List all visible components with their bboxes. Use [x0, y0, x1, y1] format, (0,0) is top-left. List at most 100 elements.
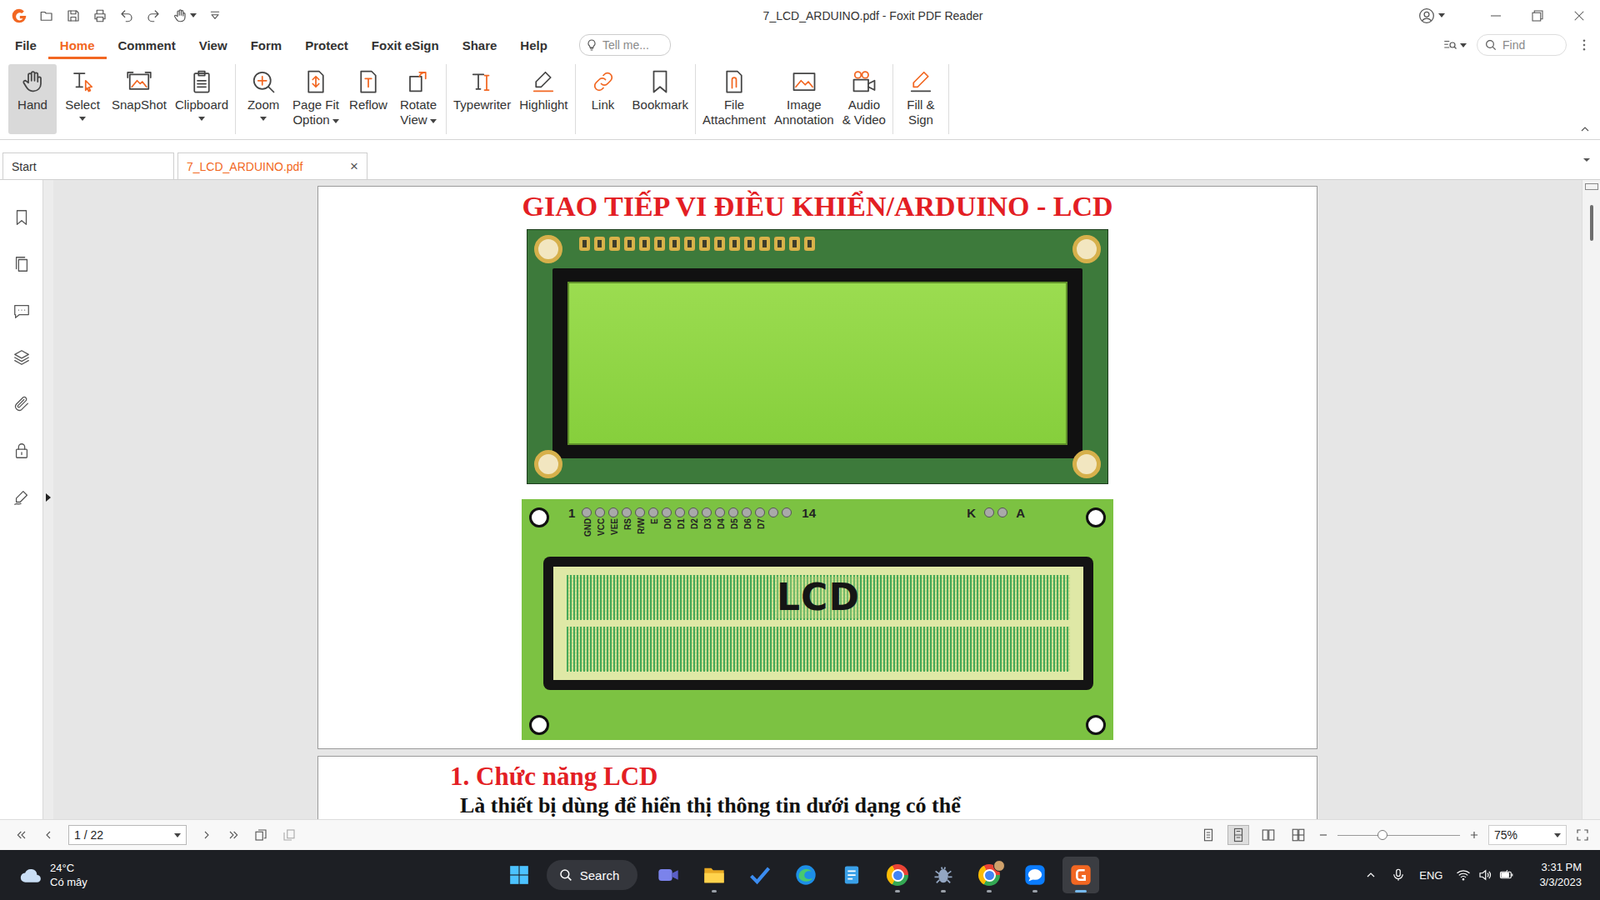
print-icon[interactable]: [92, 8, 108, 24]
taskbar-app[interactable]: [1062, 856, 1100, 894]
taskbar-app[interactable]: [1016, 856, 1054, 894]
ribbon-button[interactable]: Reflow: [344, 64, 393, 135]
pages-icon: [12, 255, 31, 274]
first-page-icon[interactable]: [15, 828, 29, 842]
menu-tab[interactable]: Help: [508, 30, 560, 60]
restore-icon[interactable]: [1530, 8, 1545, 24]
select-icon: [70, 69, 95, 95]
speaker-icon[interactable]: [1477, 867, 1493, 883]
menu-tab[interactable]: Protect: [293, 30, 360, 60]
menu-tab[interactable]: Share: [450, 30, 510, 60]
zoom-in-icon[interactable]: [1468, 829, 1480, 841]
fullscreen-icon[interactable]: [1575, 827, 1590, 843]
menu-bar: FileHomeCommentViewFormProtectFoxit eSig…: [0, 30, 1600, 60]
scroll-thumb[interactable]: [1590, 205, 1594, 241]
start-button[interactable]: [500, 856, 538, 894]
find-field[interactable]: Find: [1476, 34, 1567, 56]
redo-icon[interactable]: [145, 8, 161, 24]
menu-tab[interactable]: View: [187, 30, 240, 60]
ribbon-label: Audio: [848, 97, 880, 113]
sidebar-item[interactable]: [0, 240, 54, 288]
ribbon-button[interactable]: Select: [58, 64, 107, 135]
pin: [728, 507, 739, 518]
clock[interactable]: 3:31 PM3/3/2023: [1539, 860, 1582, 890]
close-icon[interactable]: [1571, 8, 1587, 24]
document-tab[interactable]: Start: [2, 152, 175, 180]
input-language[interactable]: ENG: [1419, 869, 1443, 882]
previous-view-icon[interactable]: [253, 827, 269, 843]
view-mode-button[interactable]: [1197, 825, 1220, 845]
ribbon-button[interactable]: Zoom: [239, 64, 288, 135]
search-options-button[interactable]: [1442, 37, 1467, 53]
next-view-icon[interactable]: [281, 827, 297, 843]
ribbon-button[interactable]: Link: [579, 64, 628, 135]
hidden-icons-icon[interactable]: [1364, 868, 1378, 882]
vertical-scrollbar[interactable]: [1581, 180, 1600, 820]
ribbon-button[interactable]: Fill &Sign: [896, 64, 945, 135]
weather-widget[interactable]: 24°CCó mây: [18, 860, 501, 890]
view-mode-button[interactable]: [1287, 825, 1310, 845]
menu-tab[interactable]: Form: [239, 30, 295, 60]
sidebar-item[interactable]: [0, 334, 54, 381]
document-tab[interactable]: 7_LCD_ARDUINO.pdf×: [177, 152, 368, 180]
ribbon-button[interactable]: Audio& Video: [839, 64, 890, 135]
taskbar-search[interactable]: Search: [546, 860, 639, 890]
pin-label: D3: [701, 518, 715, 550]
menu-tab[interactable]: Foxit eSign: [360, 30, 451, 60]
zoom-field[interactable]: 75%: [1488, 825, 1567, 845]
battery-icon[interactable]: [1499, 867, 1515, 883]
ribbon-button[interactable]: Bookmark: [629, 64, 693, 135]
taskbar-app[interactable]: [650, 856, 687, 894]
ribbon-button[interactable]: Hand: [8, 64, 57, 135]
microphone-icon[interactable]: [1390, 867, 1406, 883]
ribbon-button[interactable]: FileAttachment: [699, 64, 770, 135]
taskbar-app[interactable]: [787, 856, 825, 894]
taskbar-app[interactable]: [970, 856, 1008, 894]
sidebar-item[interactable]: [0, 474, 54, 521]
customize-icon[interactable]: [208, 9, 222, 23]
ribbon-button[interactable]: ImageAnnotation: [770, 64, 838, 135]
taskbar-app[interactable]: [879, 856, 916, 894]
zoom-out-icon[interactable]: [1317, 829, 1330, 841]
ribbon-button[interactable]: Page FitOption: [289, 64, 343, 135]
menu-tab[interactable]: File: [3, 30, 49, 60]
ribbon-button[interactable]: RotateView: [394, 64, 443, 135]
taskbar-app[interactable]: [925, 856, 962, 894]
sidebar-item[interactable]: [0, 194, 54, 241]
menu-tab[interactable]: Comment: [106, 30, 188, 60]
last-page-icon[interactable]: [226, 828, 240, 842]
ribbon-button[interactable]: Typewriter: [450, 64, 515, 135]
save-icon[interactable]: [65, 8, 81, 24]
hand-mode-dropdown[interactable]: [172, 8, 197, 24]
more-options-icon[interactable]: [1576, 37, 1592, 53]
taskbar-app[interactable]: [695, 856, 733, 894]
next-page-icon[interactable]: [200, 828, 214, 842]
sidebar-item[interactable]: [0, 287, 54, 335]
view-mode-button[interactable]: [1227, 825, 1250, 845]
expand-panel-icon[interactable]: [45, 493, 51, 502]
account-button[interactable]: [1418, 7, 1445, 25]
ribbon-button[interactable]: SnapShot: [108, 64, 170, 135]
tab-list-icon[interactable]: [1580, 153, 1594, 167]
undo-icon[interactable]: [119, 8, 135, 24]
taskbar-app[interactable]: [833, 856, 870, 894]
sidebar-item[interactable]: [0, 380, 54, 428]
page-number-field[interactable]: 1 / 22: [68, 825, 187, 845]
menu-tab[interactable]: Home: [48, 30, 107, 60]
taskbar-app[interactable]: [741, 856, 779, 894]
open-icon[interactable]: [39, 8, 55, 24]
zoom-slider-knob[interactable]: [1377, 830, 1388, 840]
zoom-slider[interactable]: [1337, 829, 1460, 841]
minimize-icon[interactable]: [1488, 8, 1504, 24]
sidebar-item[interactable]: [0, 427, 54, 475]
view-mode-button[interactable]: [1257, 825, 1280, 845]
previous-page-icon[interactable]: [41, 828, 55, 842]
ribbon-label: Annotation: [774, 112, 835, 128]
collapse-ribbon-icon[interactable]: [1578, 122, 1592, 136]
wifi-icon[interactable]: [1455, 867, 1471, 883]
foxit-logo-icon[interactable]: [10, 7, 28, 25]
ribbon-button[interactable]: Highlight: [515, 64, 571, 135]
close-tab-button[interactable]: ×: [350, 158, 359, 175]
ribbon-button[interactable]: Clipboard: [171, 64, 232, 135]
tell-me-field[interactable]: Tell me...: [579, 34, 671, 56]
